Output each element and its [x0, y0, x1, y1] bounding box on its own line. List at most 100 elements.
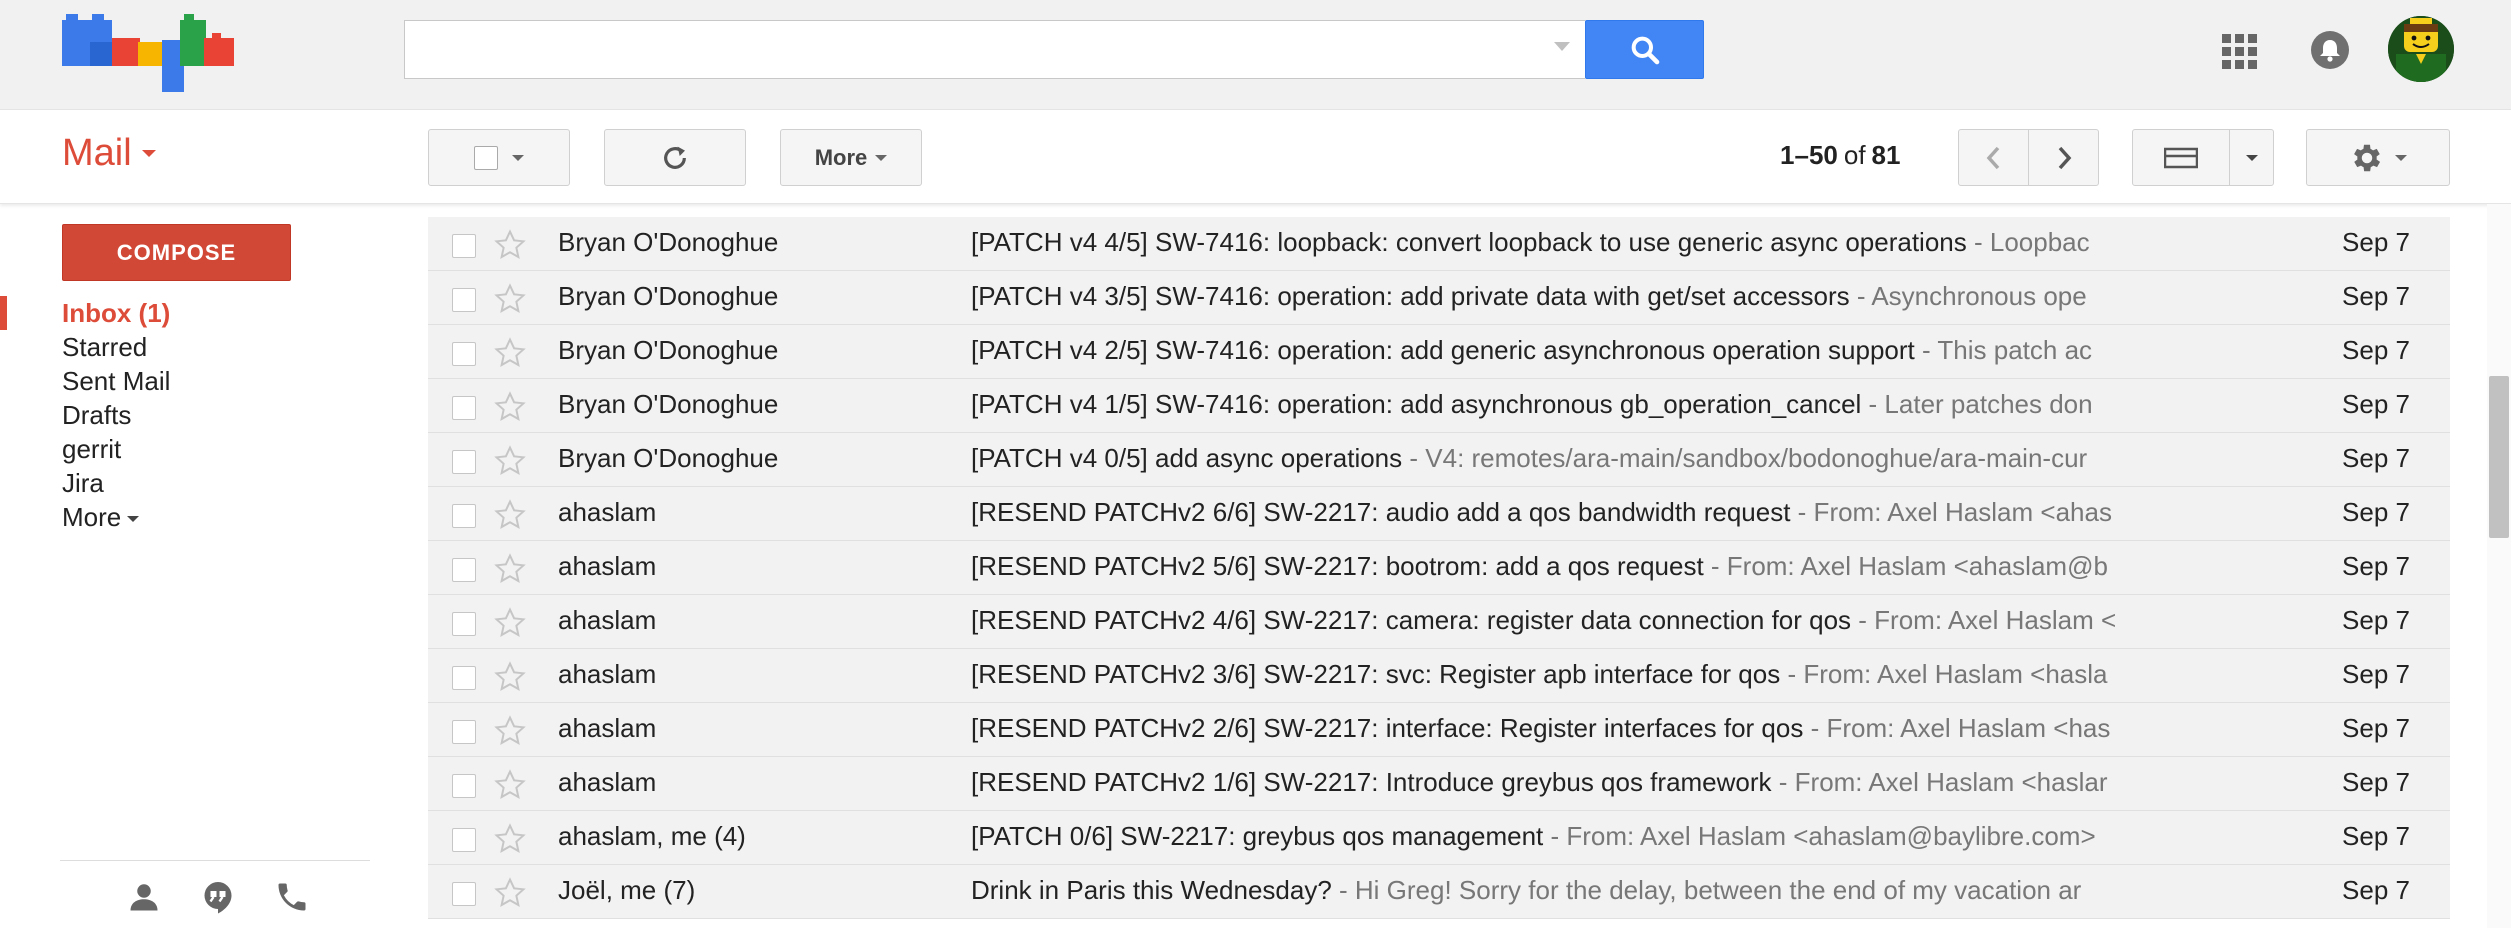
- star-icon[interactable]: [493, 444, 527, 478]
- settings-button[interactable]: [2306, 129, 2450, 186]
- more-button[interactable]: More: [780, 129, 922, 186]
- sidebar-item-gerrit[interactable]: gerrit: [0, 432, 380, 466]
- message-row[interactable]: Bryan O'Donoghue [PATCH v4 0/5] add async…: [428, 433, 2450, 487]
- row-snippet: - From: Axel Haslam <: [1851, 605, 2117, 635]
- message-row[interactable]: ahaslam, me (4) [PATCH 0/6] SW-2217: grey…: [428, 811, 2450, 865]
- row-checkbox[interactable]: [452, 504, 476, 528]
- top-header: [0, 0, 2511, 110]
- compose-button[interactable]: COMPOSE: [62, 224, 291, 281]
- row-checkbox[interactable]: [452, 288, 476, 312]
- row-subject: [RESEND PATCHv2 6/6] SW-2217: audio add …: [971, 497, 1791, 527]
- row-snippet: - From: Axel Haslam <ahaslam@b: [1703, 551, 2108, 581]
- sidebar-item-more[interactable]: More: [0, 500, 380, 534]
- row-date: Sep 7: [2342, 497, 2410, 527]
- search-input[interactable]: [404, 20, 1585, 79]
- row-date: Sep 7: [2342, 767, 2410, 797]
- sidebar-item-drafts[interactable]: Drafts: [0, 398, 380, 432]
- row-checkbox[interactable]: [452, 396, 476, 420]
- row-sender: Bryan O'Donoghue: [558, 443, 779, 473]
- sidebar-item-jira[interactable]: Jira: [0, 466, 380, 500]
- row-subject-line: [RESEND PATCHv2 4/6] SW-2217: camera: re…: [971, 605, 2228, 636]
- message-row[interactable]: Bryan O'Donoghue [PATCH v4 1/5] SW-7416: …: [428, 379, 2450, 433]
- star-icon[interactable]: [493, 714, 527, 748]
- star-icon[interactable]: [493, 768, 527, 802]
- row-subject-line: [RESEND PATCHv2 3/6] SW-2217: svc: Regis…: [971, 659, 2228, 690]
- search-button[interactable]: [1585, 20, 1704, 79]
- checkbox-icon: [474, 145, 498, 170]
- message-row[interactable]: Bryan O'Donoghue [PATCH v4 2/5] SW-7416: …: [428, 325, 2450, 379]
- row-snippet: - Loopbac: [1966, 227, 2090, 257]
- bell-icon[interactable]: [2310, 30, 2350, 70]
- row-subject: [PATCH v4 0/5] add async operations: [971, 443, 1403, 473]
- split-pane-button[interactable]: [2132, 129, 2230, 186]
- row-subject: [RESEND PATCHv2 1/6] SW-2217: Introduce …: [971, 767, 1772, 797]
- prev-page-button[interactable]: [1958, 129, 2029, 186]
- row-date: Sep 7: [2342, 227, 2410, 257]
- row-subject-line: [PATCH v4 0/5] add async operations - V4…: [971, 443, 2228, 474]
- split-pane-menu-button[interactable]: [2229, 129, 2274, 186]
- row-subject-line: Drink in Paris this Wednesday? - Hi Greg…: [971, 875, 2228, 906]
- scrollbar-track[interactable]: [2487, 204, 2511, 928]
- row-sender: Joël, me (7): [558, 875, 696, 905]
- row-checkbox[interactable]: [452, 612, 476, 636]
- row-subject: [RESEND PATCHv2 4/6] SW-2217: camera: re…: [971, 605, 1852, 635]
- star-icon[interactable]: [493, 552, 527, 586]
- row-subject-line: [PATCH 0/6] SW-2217: greybus qos managem…: [971, 821, 2228, 852]
- star-icon[interactable]: [493, 336, 527, 370]
- row-date: Sep 7: [2342, 875, 2410, 905]
- message-row[interactable]: ahaslam [RESEND PATCHv2 1/6] SW-2217: Int…: [428, 757, 2450, 811]
- row-checkbox[interactable]: [452, 450, 476, 474]
- message-row[interactable]: Bryan O'Donoghue [PATCH v4 4/5] SW-7416: …: [428, 217, 2450, 271]
- message-row[interactable]: ahaslam [RESEND PATCHv2 5/6] SW-2217: boo…: [428, 541, 2450, 595]
- person-icon[interactable]: [126, 879, 162, 915]
- star-icon[interactable]: [493, 660, 527, 694]
- select-all-button[interactable]: [428, 129, 570, 186]
- mail-menu[interactable]: Mail: [62, 132, 156, 175]
- refresh-button[interactable]: [604, 129, 746, 186]
- total-count: 81: [1871, 140, 1901, 170]
- message-row[interactable]: Joël, me (7) Drink in Paris this Wednesda…: [428, 865, 2450, 919]
- star-icon[interactable]: [493, 876, 527, 910]
- lego-google-logo[interactable]: [62, 14, 234, 92]
- message-row[interactable]: ahaslam [RESEND PATCHv2 4/6] SW-2217: cam…: [428, 595, 2450, 649]
- sidebar-item-starred[interactable]: Starred: [0, 330, 380, 364]
- star-icon[interactable]: [493, 822, 527, 856]
- search-options-caret-icon[interactable]: [1554, 42, 1570, 51]
- row-checkbox[interactable]: [452, 558, 476, 582]
- message-row[interactable]: Bryan O'Donoghue [PATCH v4 3/5] SW-7416: …: [428, 271, 2450, 325]
- row-checkbox[interactable]: [452, 342, 476, 366]
- message-row[interactable]: ahaslam [RESEND PATCHv2 6/6] SW-2217: aud…: [428, 487, 2450, 541]
- row-subject-line: [PATCH v4 1/5] SW-7416: operation: add a…: [971, 389, 2228, 420]
- sidebar-item-sent-mail[interactable]: Sent Mail: [0, 364, 380, 398]
- row-snippet: - Hi Greg! Sorry for the delay, between …: [1331, 875, 2082, 905]
- message-row[interactable]: ahaslam [RESEND PATCHv2 2/6] SW-2217: int…: [428, 703, 2450, 757]
- next-page-button[interactable]: [2028, 129, 2099, 186]
- star-icon[interactable]: [493, 498, 527, 532]
- apps-grid-icon[interactable]: [2222, 34, 2258, 70]
- star-icon[interactable]: [493, 606, 527, 640]
- star-icon[interactable]: [493, 282, 527, 316]
- sidebar-item-more-label: More: [62, 502, 122, 532]
- avatar[interactable]: [2388, 16, 2454, 82]
- sidebar-item-inbox[interactable]: Inbox (1): [0, 296, 380, 330]
- hangouts-icon[interactable]: [200, 879, 236, 915]
- phone-icon[interactable]: [274, 879, 310, 915]
- row-checkbox[interactable]: [452, 828, 476, 852]
- row-checkbox[interactable]: [452, 720, 476, 744]
- row-sender: Bryan O'Donoghue: [558, 389, 779, 419]
- row-subject-line: [PATCH v4 2/5] SW-7416: operation: add g…: [971, 335, 2228, 366]
- row-checkbox[interactable]: [452, 234, 476, 258]
- scrollbar-thumb[interactable]: [2489, 376, 2509, 538]
- message-row[interactable]: ahaslam [RESEND PATCHv2 3/6] SW-2217: svc…: [428, 649, 2450, 703]
- row-subject: [PATCH v4 2/5] SW-7416: operation: add g…: [971, 335, 1915, 365]
- row-subject: [PATCH v4 4/5] SW-7416: loopback: conver…: [971, 227, 1967, 257]
- row-checkbox[interactable]: [452, 666, 476, 690]
- row-checkbox[interactable]: [452, 774, 476, 798]
- row-snippet: - From: Axel Haslam <ahaslam@baylibre.co…: [1543, 821, 2096, 851]
- star-icon[interactable]: [493, 390, 527, 424]
- star-icon[interactable]: [493, 228, 527, 262]
- chevron-down-icon: [127, 516, 140, 523]
- row-checkbox[interactable]: [452, 882, 476, 906]
- row-subject: [PATCH 0/6] SW-2217: greybus qos managem…: [971, 821, 1544, 851]
- row-sender: ahaslam, me (4): [558, 821, 746, 851]
